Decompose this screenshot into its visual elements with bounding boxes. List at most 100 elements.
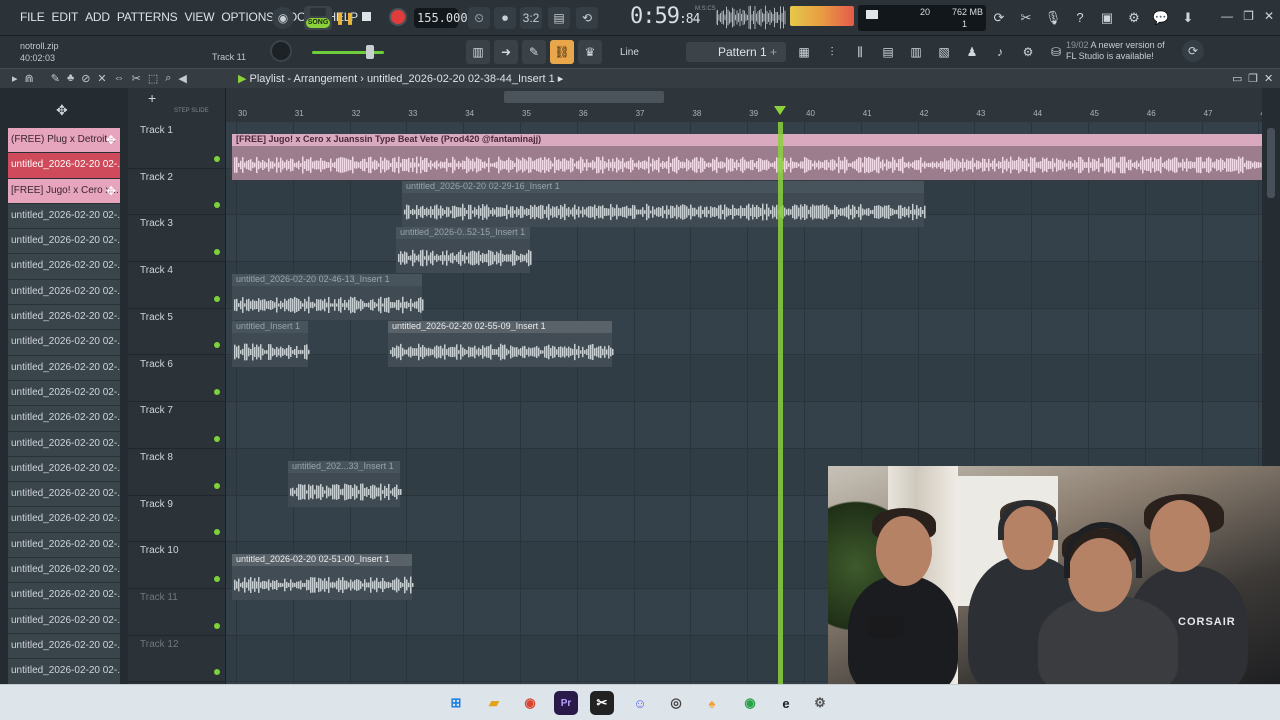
wait-input-icon[interactable]: ⏺ bbox=[494, 7, 516, 29]
playback-icon[interactable]: ◀ bbox=[178, 72, 186, 85]
clip-list-item[interactable]: untitled_2026-02-20 02-... bbox=[8, 431, 120, 457]
countdown-icon[interactable]: 3:2 bbox=[520, 7, 542, 29]
help-icon[interactable]: ? bbox=[1069, 6, 1091, 30]
track-lane[interactable] bbox=[226, 402, 1262, 449]
playhead-marker[interactable] bbox=[774, 106, 786, 115]
clip-list-item[interactable]: untitled_2026-02-20 02-... bbox=[8, 482, 120, 508]
cut-icon[interactable]: ✂ bbox=[1015, 6, 1037, 30]
playlist-play-icon[interactable]: ▶ bbox=[238, 73, 246, 85]
menu-options[interactable]: OPTIONS bbox=[221, 10, 274, 24]
capcut-icon[interactable]: ✂ bbox=[590, 691, 614, 715]
track-header[interactable]: Track 1 bbox=[128, 122, 226, 169]
track-header[interactable]: Track 9 bbox=[128, 496, 226, 543]
clip-list-item[interactable]: untitled_2026-02-20 02-... bbox=[8, 507, 120, 533]
picker-drag-icon[interactable]: ✥ bbox=[56, 102, 68, 119]
clip-list-item[interactable]: untitled_2026-02-20 02-... bbox=[8, 380, 120, 407]
clip-list-item[interactable]: untitled_2026-02-20 02-... bbox=[8, 532, 120, 559]
chat-icon[interactable]: 💬 bbox=[1150, 6, 1172, 30]
audio-clip[interactable]: untitled_Insert 1 bbox=[232, 320, 310, 367]
link-icon[interactable]: ⛓ bbox=[550, 40, 574, 64]
drag-handle-icon[interactable]: ✥ bbox=[106, 128, 116, 152]
track-header[interactable]: Track 5 bbox=[128, 309, 226, 356]
undo-icon[interactable]: ⟳ bbox=[988, 6, 1010, 30]
snap-select[interactable]: Line bbox=[604, 44, 674, 62]
select-icon[interactable]: ⬚ bbox=[148, 72, 158, 85]
audio-clip[interactable]: untitled_2026-02-20 02-29-16_Insert 1 bbox=[402, 180, 926, 227]
slip-icon[interactable]: ⇔ bbox=[114, 72, 125, 85]
download-icon[interactable]: ⬇ bbox=[1177, 6, 1199, 30]
mute-icon[interactable]: ✕ bbox=[97, 72, 106, 85]
delete-icon[interactable]: ⊘ bbox=[81, 72, 90, 85]
update-notice[interactable]: 19/02 A newer version of FL Studio is av… bbox=[1066, 40, 1165, 62]
track-header[interactable]: Track 7 bbox=[128, 402, 226, 449]
drag-handle-icon[interactable]: ✥ bbox=[106, 179, 116, 203]
track-enable-led[interactable] bbox=[214, 155, 220, 162]
clip-list-item[interactable]: untitled_2026-02-20 02-... bbox=[8, 355, 120, 381]
draw-icon[interactable]: ✎ bbox=[51, 72, 60, 85]
settings-taskbar-icon[interactable]: ⚙ bbox=[808, 691, 832, 715]
pencil-icon[interactable]: ✎ bbox=[522, 40, 546, 64]
chrome-icon[interactable]: ◉ bbox=[518, 691, 542, 715]
track-enable-led[interactable] bbox=[214, 482, 220, 489]
track-header[interactable]: Track 11 bbox=[128, 589, 226, 636]
windows-start-icon[interactable]: ⊞ bbox=[444, 691, 468, 715]
audio-clip[interactable]: untitled_2026-02-20 02-55-09_Insert 1 bbox=[388, 320, 614, 367]
file-explorer-icon[interactable]: ▰ bbox=[482, 691, 506, 715]
record-button[interactable] bbox=[391, 10, 405, 24]
pattern-selector[interactable]: Pattern 1 + bbox=[686, 42, 786, 62]
menu-file[interactable]: FILE bbox=[20, 10, 45, 24]
clip-list-item[interactable]: untitled_2026-02-20 02-... bbox=[8, 583, 120, 609]
track-enable-led[interactable] bbox=[214, 622, 220, 629]
clip-list-item[interactable]: untitled_2026-02-20 02-... bbox=[8, 456, 120, 483]
clip-list-item[interactable]: untitled_2026-02-20 02-... bbox=[8, 153, 120, 179]
touch-keyboard-icon[interactable]: ♟ bbox=[960, 40, 984, 64]
tuning-icon[interactable]: ♪ bbox=[988, 40, 1012, 64]
timeline-ruler[interactable]: 30313233343536373839404142434445464748 bbox=[226, 88, 1262, 122]
master-pitch-slider-thumb[interactable] bbox=[366, 45, 374, 59]
track-enable-led[interactable] bbox=[214, 295, 220, 302]
track-lane[interactable] bbox=[226, 355, 1262, 403]
microphone-icon[interactable]: 🎙 bbox=[1042, 6, 1064, 30]
stamp-icon[interactable]: ♛ bbox=[578, 40, 602, 64]
track-header[interactable]: Track 8 bbox=[128, 449, 226, 496]
paint-icon[interactable]: ♣ bbox=[67, 72, 74, 85]
playlist-minimize-icon[interactable]: ▭ bbox=[1232, 72, 1242, 85]
zoom-icon[interactable]: ⌕ bbox=[165, 72, 171, 85]
clip-list-item[interactable]: (FREE) Plug x Detroit... ✥ bbox=[8, 128, 120, 154]
menu-arrow-icon[interactable]: ▸ bbox=[12, 72, 18, 85]
loop-record-icon[interactable]: ⟲ bbox=[576, 7, 598, 29]
track-header[interactable]: Track 6 bbox=[128, 356, 226, 403]
menu-view[interactable]: VIEW bbox=[184, 10, 214, 24]
playlist-view-icon[interactable]: ▦ bbox=[792, 40, 816, 64]
clip-list-item[interactable]: untitled_2026-02-20 02-... bbox=[8, 305, 120, 331]
track-header[interactable]: Track 2 bbox=[128, 169, 226, 216]
discord-icon[interactable]: ☺ bbox=[628, 691, 652, 715]
fl-studio-icon[interactable]: ♠ bbox=[700, 691, 724, 715]
step-edit-icon[interactable]: ▤ bbox=[548, 7, 570, 29]
channel-rack-icon[interactable]: ⫼ bbox=[848, 40, 872, 64]
save-icon[interactable]: ▣ bbox=[1096, 6, 1118, 30]
track-enable-led[interactable] bbox=[214, 342, 220, 349]
clip-list-item[interactable]: untitled_2026-02-20 02-... bbox=[8, 254, 120, 280]
premiere-icon[interactable]: Pr bbox=[554, 691, 578, 715]
track-enable-led[interactable] bbox=[214, 669, 220, 676]
track-enable-led[interactable] bbox=[214, 529, 220, 536]
plugin-icon[interactable]: ⚙ bbox=[1123, 6, 1145, 30]
clip-list-item[interactable]: untitled_2026-02-20 02-... bbox=[8, 406, 120, 432]
piano-view-icon[interactable]: ▤ bbox=[876, 40, 900, 64]
song-mode-toggle[interactable]: SONG bbox=[304, 6, 332, 30]
track-header[interactable]: Track 4 bbox=[128, 262, 226, 309]
track-enable-led[interactable] bbox=[214, 389, 220, 396]
restore-icon[interactable]: ❐ bbox=[1243, 9, 1254, 23]
slice-icon[interactable]: ✂ bbox=[132, 72, 141, 85]
clip-list-item[interactable]: untitled_2026-02-20 02-... bbox=[8, 608, 120, 634]
audio-clip[interactable]: untitled_202...33_Insert 1 bbox=[288, 460, 402, 507]
menu-edit[interactable]: EDIT bbox=[52, 10, 79, 24]
browser-icon[interactable]: ▧ bbox=[932, 40, 956, 64]
clip-list-item[interactable]: [FREE] Jugo! x Cero x... ✥ bbox=[8, 178, 120, 204]
track-enable-led[interactable] bbox=[214, 575, 220, 582]
chrome-alt-icon[interactable]: ◉ bbox=[738, 691, 762, 715]
minimize-icon[interactable]: — bbox=[1221, 9, 1233, 23]
metronome-icon[interactable]: ⏲ bbox=[468, 7, 490, 29]
stop-button[interactable] bbox=[362, 12, 371, 21]
